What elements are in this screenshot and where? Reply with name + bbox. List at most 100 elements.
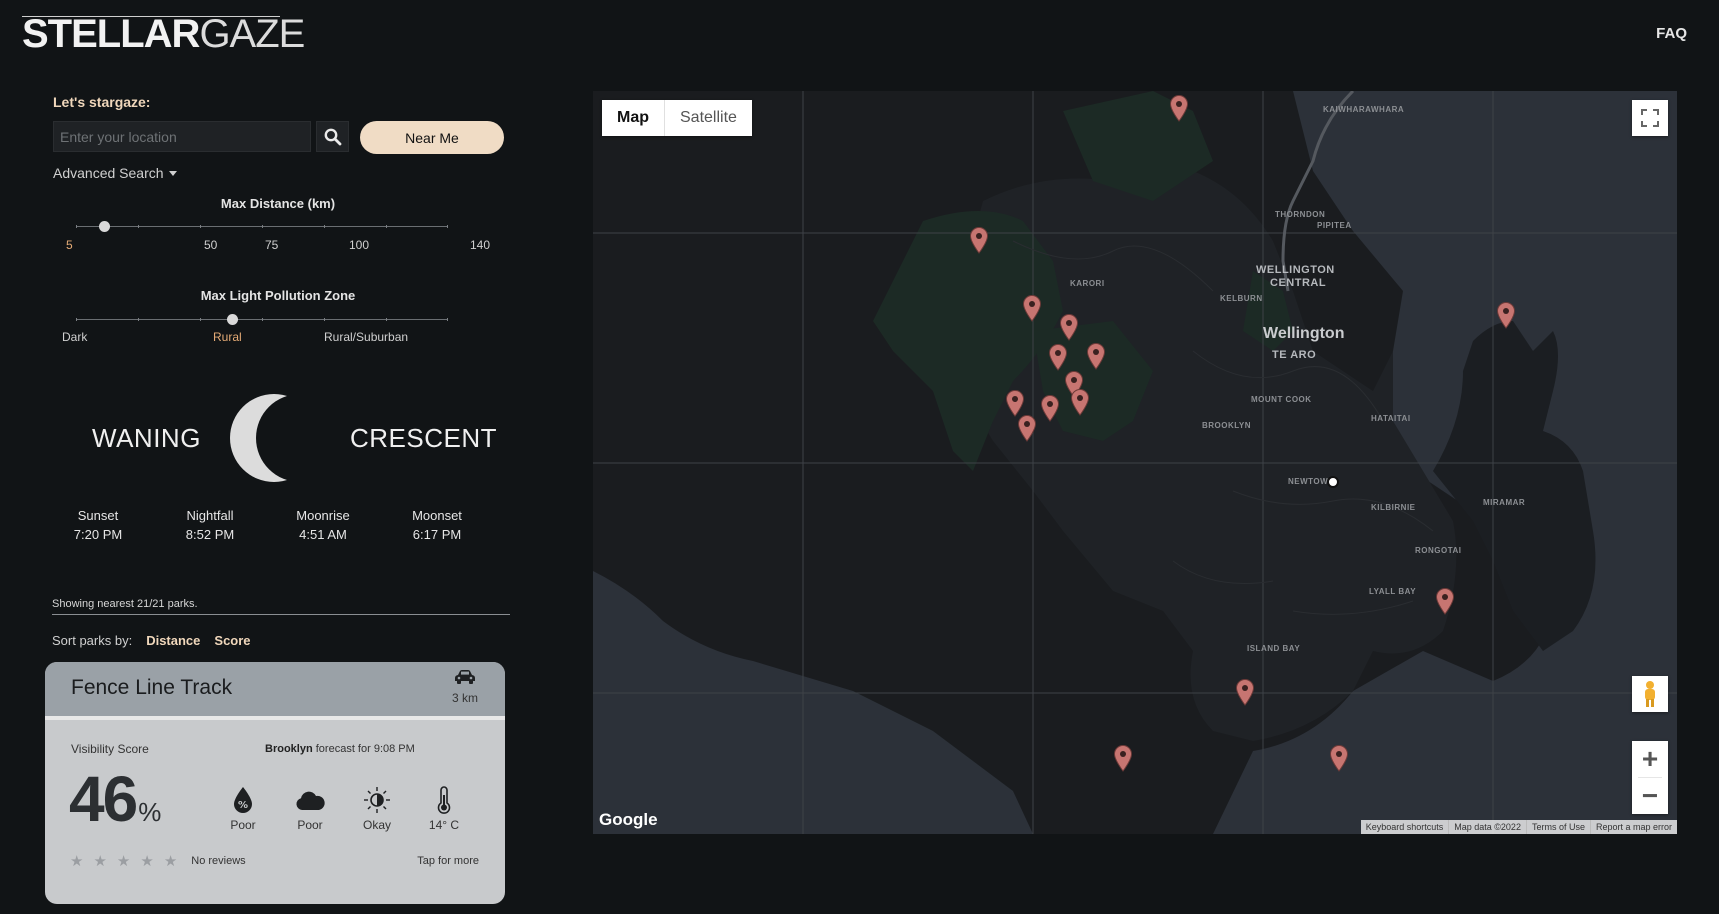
map-label-te-aro: TE ARO <box>1272 349 1317 361</box>
tap-for-more[interactable]: Tap for more <box>417 855 479 867</box>
slider-tick <box>200 318 201 321</box>
zoom-control: + − <box>1632 741 1668 814</box>
slider-tick <box>262 318 263 321</box>
slider-tick <box>447 225 448 228</box>
distance-label-50: 50 <box>204 238 218 252</box>
score-value: 46 <box>69 763 138 835</box>
distance-slider[interactable] <box>76 221 448 232</box>
divider <box>52 614 510 615</box>
moonrise-time: Moonrise 4:51 AM <box>273 508 373 542</box>
thermometer-icon <box>437 786 451 814</box>
fullscreen-button[interactable] <box>1632 100 1668 136</box>
map-label-rongotai: RONGOTAI <box>1415 546 1462 555</box>
star-icon: ★ <box>140 853 154 870</box>
logo-underline <box>22 16 280 17</box>
star-icon: ★ <box>93 853 107 870</box>
light-label-dark: Dark <box>62 330 88 344</box>
park-pin-icon[interactable] <box>1022 294 1042 322</box>
park-pin-icon[interactable] <box>1059 313 1079 341</box>
distance-label-75: 75 <box>265 238 279 252</box>
keyboard-shortcuts-link[interactable]: Keyboard shortcuts <box>1361 820 1449 834</box>
light-slider-handle[interactable] <box>227 314 238 325</box>
score-unit: % <box>138 797 162 827</box>
zoom-out-button[interactable]: − <box>1632 778 1668 814</box>
star-icon: ★ <box>70 853 84 870</box>
zoom-in-button[interactable]: + <box>1632 741 1668 777</box>
slider-tick <box>386 318 387 321</box>
park-pin-icon[interactable] <box>1070 388 1090 416</box>
map-label-brooklyn: BROOKLYN <box>1202 421 1252 430</box>
map-type-map-button[interactable]: Map <box>602 100 664 136</box>
park-distance: 3 km <box>452 669 478 705</box>
star-icon: ★ <box>116 853 131 870</box>
logo-stellar: STELLAR <box>22 12 200 56</box>
park-pin-icon[interactable] <box>1329 744 1349 772</box>
caret-down-icon <box>168 170 177 176</box>
park-pin-icon[interactable] <box>1113 744 1133 772</box>
sort-by-distance[interactable]: Distance <box>146 633 200 648</box>
advanced-search-toggle[interactable]: Advanced Search <box>53 165 177 181</box>
current-location-marker[interactable] <box>1327 476 1339 488</box>
moon-phase-icon <box>364 787 390 813</box>
temperature-value: 14° C <box>428 818 460 832</box>
fullscreen-icon <box>1641 109 1659 127</box>
forecast-place: Brooklyn <box>265 743 313 755</box>
report-map-error-link[interactable]: Report a map error <box>1589 820 1677 834</box>
park-pin-icon[interactable] <box>1040 394 1060 422</box>
slider-tick <box>447 318 448 321</box>
park-pin-icon[interactable] <box>1435 587 1455 615</box>
slider-tick <box>138 225 139 228</box>
map-label-island-bay: ISLAND BAY <box>1247 644 1301 653</box>
park-pin-icon[interactable] <box>1169 94 1189 122</box>
map-label-kaiwharawhara: KAIWHARAWHARA <box>1323 105 1405 114</box>
search-button[interactable] <box>316 121 349 152</box>
rating-stars[interactable]: ★ ★ ★ ★ ★ No reviews <box>70 852 246 870</box>
map-label-karori: KARORI <box>1070 279 1105 288</box>
distance-slider-handle[interactable] <box>99 221 110 232</box>
sort-by-score[interactable]: Score <box>214 633 250 648</box>
moon-phase-value: Okay <box>362 818 391 832</box>
logo[interactable]: STELLAR GAZE <box>22 12 305 57</box>
google-logo[interactable]: Google <box>599 810 658 830</box>
park-pin-icon[interactable] <box>1017 414 1037 442</box>
nightfall-time: Nightfall 8:52 PM <box>160 508 260 542</box>
humidity-icon: % <box>234 787 252 813</box>
park-pin-icon[interactable] <box>1005 389 1025 417</box>
map-data-text: Map data ©2022 <box>1448 820 1526 834</box>
moonrise-label: Moonrise <box>296 508 350 523</box>
park-pin-icon[interactable] <box>1496 301 1516 329</box>
moon-phase-word-1: WANING <box>92 423 201 453</box>
light-pollution-slider[interactable] <box>76 314 448 325</box>
location-input[interactable] <box>53 121 311 152</box>
distance-label-140: 140 <box>470 238 491 252</box>
park-pin-icon[interactable] <box>1048 343 1068 371</box>
map-label-pipitea: PIPITEA <box>1317 221 1352 230</box>
moonrise-value: 4:51 AM <box>299 527 347 542</box>
search-title: Let's stargaze: <box>53 94 151 110</box>
map-base <box>593 91 1677 834</box>
map-label-central: CENTRAL <box>1270 277 1327 289</box>
park-pin-icon[interactable] <box>1235 678 1255 706</box>
terms-of-use-link[interactable]: Terms of Use <box>1525 820 1590 834</box>
visibility-score: 46% <box>69 762 161 836</box>
park-card-header: Fence Line Track 3 km <box>45 662 505 720</box>
map-type-control: Map Satellite <box>602 100 752 136</box>
light-label-rural: Rural <box>213 330 242 344</box>
map-label-kelburn: KELBURN <box>1220 294 1263 303</box>
sunset-time: Sunset 7:20 PM <box>48 508 148 542</box>
slider-tick <box>324 225 325 228</box>
park-pin-icon[interactable] <box>969 226 989 254</box>
map-view[interactable]: KAIWHARAWHARA THORNDON PIPITEA WELLINGTO… <box>593 91 1677 834</box>
cloud-value: Poor <box>297 818 323 832</box>
park-pin-icon[interactable] <box>1086 342 1106 370</box>
park-distance-value: 3 km <box>451 691 478 705</box>
map-type-satellite-button[interactable]: Satellite <box>664 100 752 136</box>
faq-link[interactable]: FAQ <box>1656 25 1687 42</box>
advanced-search-label: Advanced Search <box>53 165 164 181</box>
street-view-pegman[interactable] <box>1632 676 1668 712</box>
slider-tick <box>76 318 77 321</box>
near-me-button[interactable]: Near Me <box>360 121 504 154</box>
slider-tick <box>76 225 77 228</box>
park-card[interactable]: Fence Line Track 3 km Visibility Score B… <box>45 662 505 904</box>
logo-gaze: GAZE <box>199 12 305 56</box>
